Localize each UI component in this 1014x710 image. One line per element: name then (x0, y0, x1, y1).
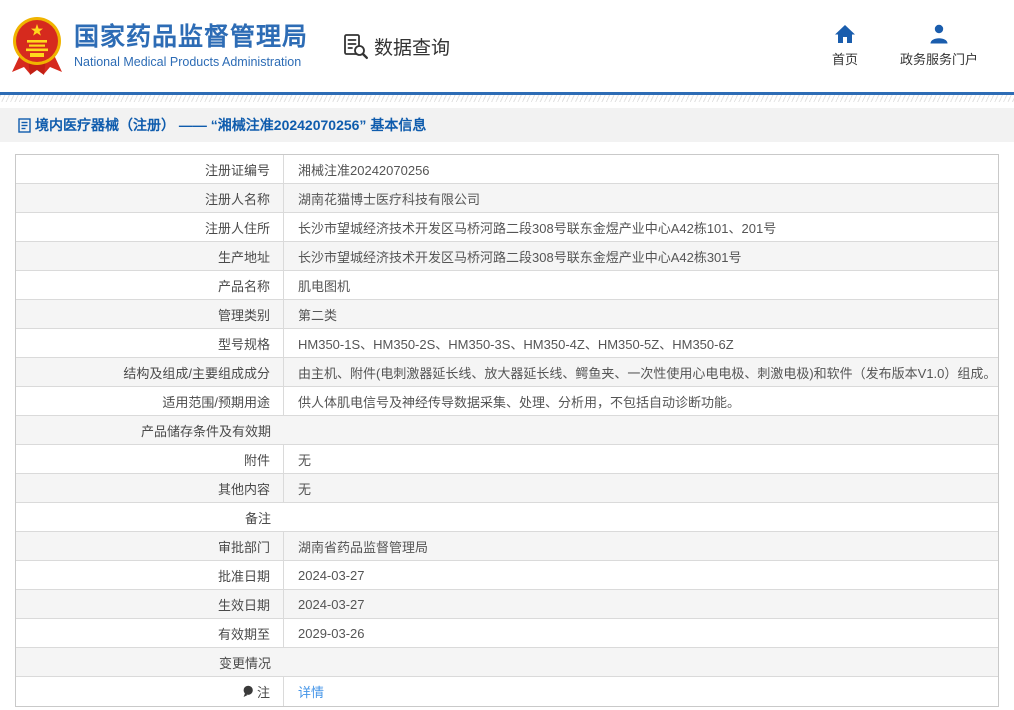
row-value: 肌电图机 (298, 278, 351, 294)
table-row: 附件 无 (16, 445, 998, 474)
row-label: 注册证编号 (16, 155, 284, 183)
row-value: 无 (298, 481, 312, 497)
row-label: 产品储存条件及有效期 (16, 416, 284, 444)
site-header: 国家药品监督管理局 National Medical Products Admi… (0, 0, 1014, 92)
table-row: 变更情况 (16, 648, 998, 677)
row-value (284, 503, 998, 531)
row-label: 注 (16, 677, 284, 706)
row-label: 其他内容 (16, 474, 284, 502)
data-query-section[interactable]: 数据查询 (342, 33, 450, 60)
row-label-text: 其他内容 (217, 481, 270, 497)
row-label: 型号规格 (16, 329, 284, 357)
table-row: 注册证编号 湘械注准20242070256 (16, 155, 998, 184)
table-row: 注册人名称 湖南花猫博士医疗科技有限公司 (16, 184, 998, 213)
table-row: 适用范围/预期用途 供人体肌电信号及神经传导数据采集、处理、分析用，不包括自动诊… (16, 387, 998, 416)
table-row: 批准日期 2024-03-27 (16, 561, 998, 590)
header-nav: 首页 政务服务门户 (832, 24, 978, 68)
table-row: 结构及组成/主要组成成分 由主机、附件(电刺激器延长线、放大器延长线、鳄鱼夹、一… (16, 358, 998, 387)
row-label-text: 审批部门 (217, 539, 270, 555)
table-row: 审批部门 湖南省药品监督管理局 (16, 532, 998, 561)
row-label-text: 注册人住所 (204, 220, 270, 236)
row-label-text: 附件 (243, 452, 270, 468)
row-label-text: 结构及组成/主要组成成分 (123, 365, 270, 381)
row-label: 备注 (16, 503, 284, 531)
row-label-text: 生产地址 (217, 249, 270, 265)
row-label-text: 注 (256, 685, 270, 700)
row-label-text: 注册证编号 (204, 162, 270, 178)
row-value: 第二类 (298, 307, 338, 323)
row-value: 2024-03-27 (298, 567, 365, 583)
table-row: 注册人住所 长沙市望城经济技术开发区马桥河路二段308号联东金煜产业中心A42栋… (16, 213, 998, 242)
row-label-text: 型号规格 (217, 336, 270, 352)
nmpa-emblem-logo (12, 17, 62, 75)
row-value: 湖南花猫博士医疗科技有限公司 (298, 191, 481, 207)
user-icon (930, 24, 948, 44)
data-query-icon (344, 33, 369, 59)
table-row: 管理类别 第二类 (16, 300, 998, 329)
row-label: 注册人名称 (16, 184, 284, 212)
row-label: 结构及组成/主要组成成分 (16, 358, 284, 386)
org-name-cn: 国家药品监督管理局 (74, 23, 309, 52)
stripe-band (0, 95, 1014, 102)
table-row: 生产地址 长沙市望城经济技术开发区马桥河路二段308号联东金煜产业中心A42栋3… (16, 242, 998, 271)
row-label: 适用范围/预期用途 (16, 387, 284, 415)
home-icon (834, 25, 855, 43)
row-value: 无 (298, 452, 312, 468)
row-value: 2029-03-26 (298, 625, 365, 641)
table-row: 生效日期 2024-03-27 (16, 590, 998, 619)
row-value: 湖南省药品监督管理局 (298, 539, 429, 555)
row-label: 生产地址 (16, 242, 284, 270)
table-row: 注 详情 (16, 677, 998, 706)
row-label-text: 批准日期 (217, 568, 270, 584)
org-names: 国家药品监督管理局 National Medical Products Admi… (74, 23, 308, 69)
table-row: 产品储存条件及有效期 (16, 416, 998, 445)
row-label: 批准日期 (16, 561, 284, 589)
nav-home-label: 首页 (831, 52, 858, 67)
breadcrumb: 境内医疗器械（注册） —— “湘械注准20242070256” 基本信息 (0, 108, 1014, 142)
row-value: 2024-03-27 (298, 596, 365, 612)
row-label: 有效期至 (16, 619, 284, 647)
row-label: 附件 (16, 445, 284, 473)
table-row: 型号规格 HM350-1S、HM350-2S、HM350-3S、HM350-4Z… (16, 329, 998, 358)
row-label-text: 产品储存条件及有效期 (140, 423, 271, 439)
note-icon (243, 685, 253, 697)
row-value: 由主机、附件(电刺激器延长线、放大器延长线、鳄鱼夹、一次性使用心电电极、刺激电极… (298, 365, 997, 381)
row-label: 变更情况 (16, 648, 284, 676)
row-label-text: 适用范围/预期用途 (162, 394, 270, 410)
row-value: HM350-1S、HM350-2S、HM350-3S、HM350-4Z、HM35… (298, 336, 734, 352)
table-row: 有效期至 2029-03-26 (16, 619, 998, 648)
row-label: 生效日期 (16, 590, 284, 618)
row-label-text: 生效日期 (217, 597, 270, 613)
org-name-en: National Medical Products Administration (74, 54, 302, 69)
row-label-text: 有效期至 (217, 626, 270, 642)
row-label: 注册人住所 (16, 213, 284, 241)
table-row: 其他内容 无 (16, 474, 998, 503)
row-value: 长沙市望城经济技术开发区马桥河路二段308号联东金煜产业中心A42栋101、20… (298, 220, 777, 236)
row-label: 管理类别 (16, 300, 284, 328)
document-icon (18, 118, 31, 133)
info-table: 注册证编号 湘械注准20242070256 注册人名称 湖南花猫博士医疗科技有限… (15, 154, 999, 707)
row-label: 审批部门 (16, 532, 284, 560)
row-label-text: 变更情况 (218, 655, 271, 671)
row-value: 供人体肌电信号及神经传导数据采集、处理、分析用，不包括自动诊断功能。 (298, 394, 741, 410)
row-value: 长沙市望城经济技术开发区马桥河路二段308号联东金煜产业中心A42栋301号 (298, 249, 742, 265)
row-label-text: 注册人名称 (204, 191, 270, 207)
nav-portal[interactable]: 政务服务门户 (900, 24, 978, 68)
nav-home[interactable]: 首页 (832, 24, 858, 68)
row-value: 湘械注准20242070256 (298, 162, 430, 178)
row-label-text: 产品名称 (217, 278, 270, 294)
row-value (284, 648, 998, 676)
row-label-text: 管理类别 (217, 307, 270, 323)
table-row: 备注 (16, 503, 998, 532)
data-query-label: 数据查询 (374, 37, 451, 59)
table-row: 产品名称 肌电图机 (16, 271, 998, 300)
header-left: 国家药品监督管理局 National Medical Products Admi… (10, 15, 450, 77)
row-value (284, 416, 998, 444)
detail-link[interactable]: 详情 (284, 677, 998, 706)
row-label-text: 备注 (244, 510, 271, 526)
page-title: 境内医疗器械（注册） —— “湘械注准20242070256” 基本信息 (35, 117, 427, 133)
row-label: 产品名称 (16, 271, 284, 299)
nav-portal-label: 政务服务门户 (899, 52, 978, 67)
